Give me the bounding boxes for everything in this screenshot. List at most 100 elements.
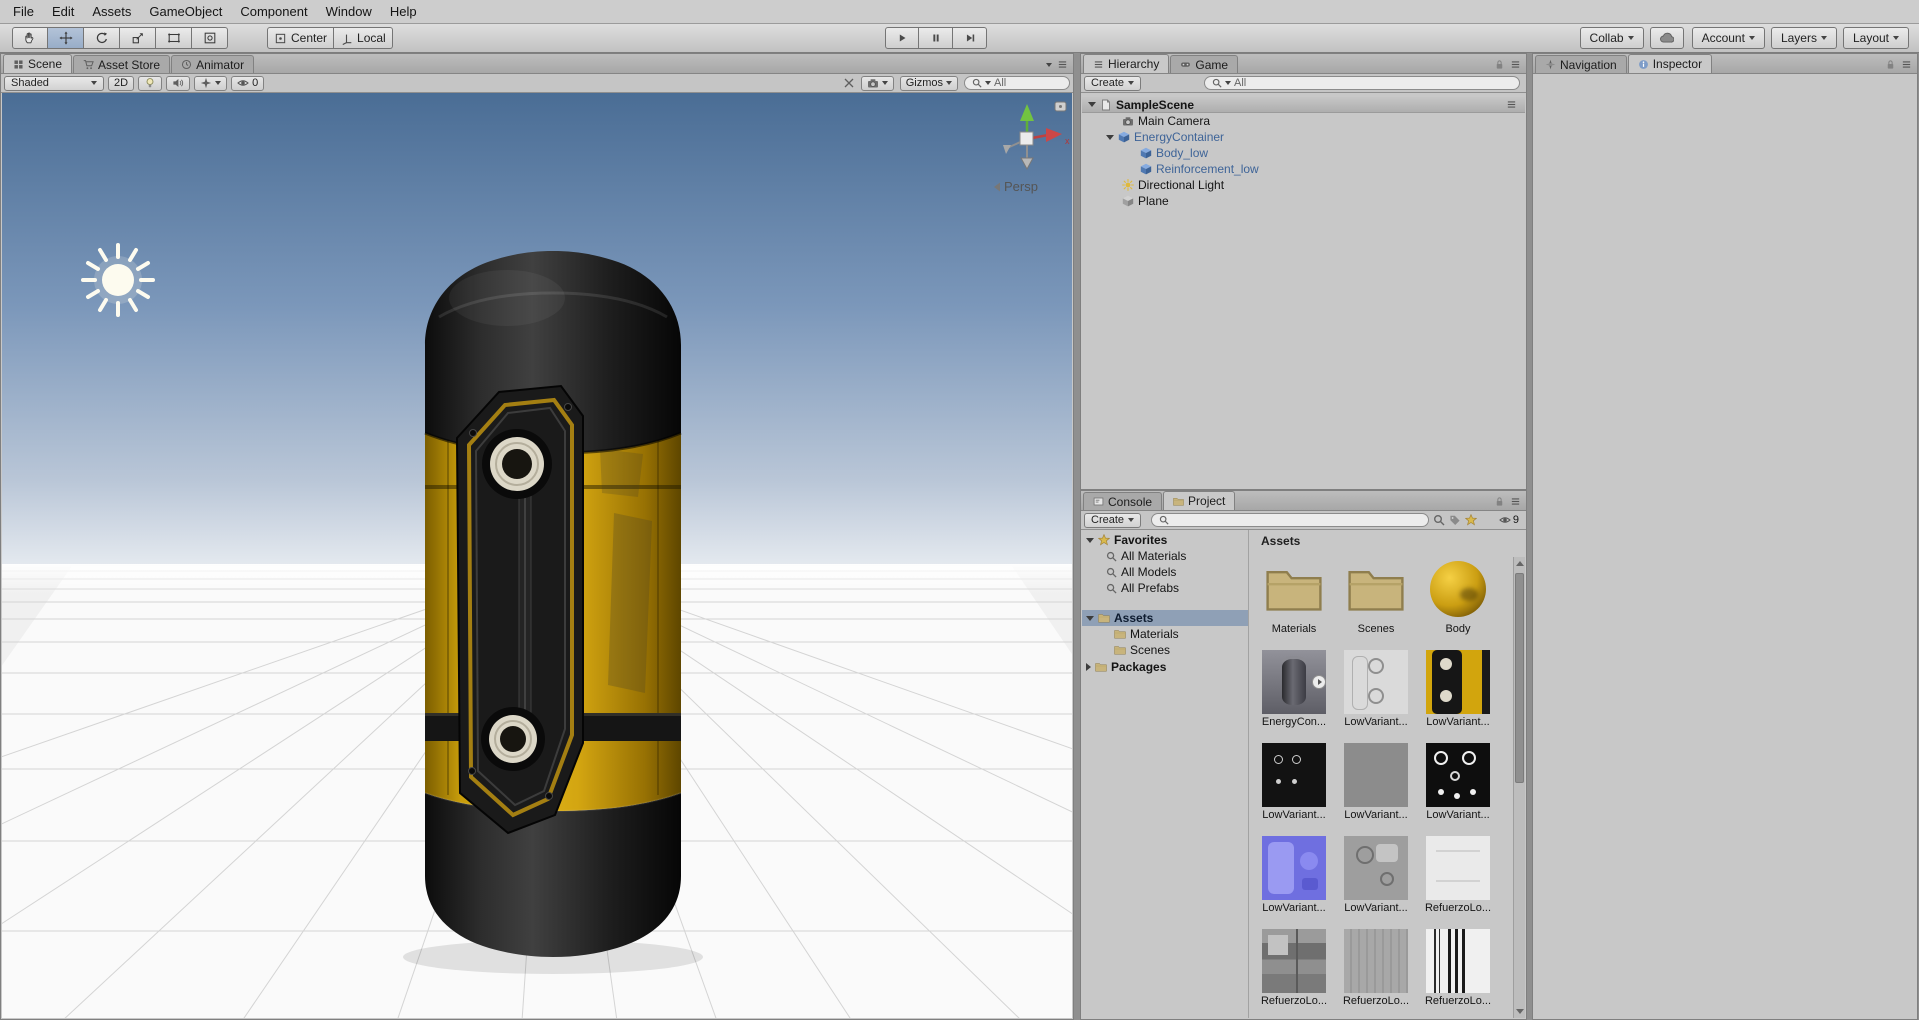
hierarchy-item-body-low[interactable]: Body_low (1082, 145, 1525, 161)
account-button[interactable]: Account (1691, 27, 1765, 49)
transform-tool-button[interactable] (192, 27, 228, 49)
expander-icon[interactable] (1088, 102, 1096, 107)
lock-icon[interactable] (1885, 59, 1896, 70)
scroll-down-icon[interactable] (1516, 1009, 1524, 1014)
prefab-expand-icon[interactable] (1312, 675, 1326, 689)
project-create-dropdown[interactable]: Create (1084, 512, 1142, 528)
tab-console[interactable]: Console (1083, 492, 1163, 510)
project-search-input[interactable] (1151, 513, 1430, 527)
tab-asset-store[interactable]: Asset Store (73, 55, 171, 73)
scene-lighting-toggle[interactable] (138, 75, 163, 91)
sidebar-packages-root[interactable]: Packages (1082, 659, 1248, 675)
tab-navigation[interactable]: Navigation (1535, 55, 1627, 73)
shading-mode-dropdown[interactable]: Shaded (4, 75, 104, 91)
expander-icon[interactable] (1086, 615, 1094, 621)
lock-icon[interactable] (1494, 59, 1505, 70)
asset-item[interactable]: LowVariant... (1253, 743, 1335, 836)
scene-effects-dropdown[interactable] (194, 75, 228, 91)
menu-edit[interactable]: Edit (43, 0, 83, 23)
asset-item[interactable]: RefuerzoLo... (1253, 929, 1335, 1020)
asset-item[interactable]: EnergyCon... (1253, 650, 1335, 743)
pivot-rotation-button[interactable]: Local (334, 27, 393, 49)
layers-button[interactable]: Layers (1770, 27, 1837, 49)
expander-icon[interactable] (1086, 663, 1091, 671)
pane-menu-icon[interactable] (1057, 59, 1068, 70)
project-scrollbar[interactable] (1513, 557, 1525, 1018)
sidebar-scenes-folder[interactable]: Scenes (1082, 642, 1248, 658)
lock-icon[interactable] (1494, 496, 1505, 507)
tab-project[interactable]: Project (1163, 491, 1236, 510)
pause-button[interactable] (919, 27, 953, 49)
menu-component[interactable]: Component (231, 0, 316, 23)
cloud-button[interactable] (1649, 27, 1684, 49)
asset-item[interactable]: LowVariant... (1417, 650, 1499, 743)
play-button[interactable] (885, 27, 919, 49)
editor-tools-icon[interactable] (843, 77, 855, 89)
pivot-mode-button[interactable]: Center (267, 27, 335, 49)
gizmos-dropdown[interactable]: Gizmos (899, 75, 958, 91)
rotate-tool-button[interactable] (84, 27, 120, 49)
hierarchy-item-reinforcement-low[interactable]: Reinforcement_low (1082, 161, 1525, 177)
hierarchy-item-samplescene[interactable]: SampleScene (1082, 97, 1525, 113)
asset-item[interactable]: Scenes (1335, 557, 1417, 650)
scrollbar-thumb[interactable] (1515, 573, 1524, 783)
search-by-type-icon[interactable] (1433, 514, 1445, 526)
asset-item[interactable]: LowVariant... (1335, 836, 1417, 929)
hierarchy-item-plane[interactable]: Plane (1082, 193, 1525, 209)
menu-assets[interactable]: Assets (83, 0, 140, 23)
sidebar-all-models[interactable]: All Models (1082, 564, 1248, 580)
hidden-packages-toggle[interactable]: 9 (1499, 514, 1519, 526)
persp-label[interactable]: Persp (1004, 179, 1038, 194)
search-by-label-icon[interactable] (1449, 514, 1461, 526)
asset-item[interactable]: Materials (1253, 557, 1335, 650)
hierarchy-item-main-camera[interactable]: Main Camera (1082, 113, 1525, 129)
sidebar-assets-root[interactable]: Assets (1082, 610, 1248, 626)
2d-toggle-button[interactable]: 2D (108, 75, 135, 91)
energy-container-object[interactable] (424, 251, 682, 957)
menu-gameobject[interactable]: GameObject (140, 0, 231, 23)
menu-window[interactable]: Window (317, 0, 381, 23)
sidebar-favorites[interactable]: Favorites (1082, 532, 1248, 548)
tab-scene[interactable]: Scene (3, 54, 73, 73)
asset-item[interactable]: RefuerzoLo... (1335, 929, 1417, 1020)
scene-camera-dropdown[interactable] (860, 75, 894, 91)
hierarchy-search-input[interactable]: All (1204, 76, 1520, 90)
sidebar-materials-folder[interactable]: Materials (1082, 626, 1248, 642)
step-button[interactable] (953, 27, 987, 49)
scene-search-input[interactable]: All (964, 76, 1070, 90)
menu-help[interactable]: Help (381, 0, 426, 23)
asset-item[interactable]: LowVariant... (1335, 743, 1417, 836)
scale-tool-button[interactable] (120, 27, 156, 49)
tab-game[interactable]: Game (1170, 55, 1239, 73)
hierarchy-item-energycontainer[interactable]: EnergyContainer (1082, 129, 1525, 145)
sidebar-all-prefabs[interactable]: All Prefabs (1082, 580, 1248, 596)
layout-button[interactable]: Layout (1842, 27, 1909, 49)
viewport-settings-icon[interactable] (1054, 101, 1067, 112)
asset-item[interactable]: RefuerzoLo... (1417, 929, 1499, 1020)
pane-menu-icon[interactable] (1510, 496, 1521, 507)
asset-item[interactable]: LowVariant... (1335, 650, 1417, 743)
tab-hierarchy[interactable]: Hierarchy (1083, 54, 1170, 73)
asset-item[interactable]: Body (1417, 557, 1499, 650)
collab-button[interactable]: Collab (1579, 27, 1644, 49)
favorite-search-icon[interactable] (1465, 514, 1477, 526)
sidebar-all-materials[interactable]: All Materials (1082, 548, 1248, 564)
hand-tool-button[interactable] (12, 27, 48, 49)
expander-icon[interactable] (1106, 134, 1114, 140)
scene-viewport-canvas[interactable]: x Persp (2, 93, 1072, 1018)
scene-visibility-toggle[interactable]: 0 (231, 75, 265, 91)
pane-menu-icon[interactable] (1510, 59, 1521, 70)
hierarchy-item-directional-light[interactable]: Directional Light (1082, 177, 1525, 193)
scene-options-icon[interactable] (1506, 99, 1517, 110)
scene-viewport[interactable]: x Persp (2, 93, 1072, 1018)
hierarchy-create-dropdown[interactable]: Create (1084, 75, 1142, 91)
menu-file[interactable]: File (4, 0, 43, 23)
pane-dropdown-icon[interactable] (1046, 62, 1052, 67)
tab-animator[interactable]: Animator (171, 55, 255, 73)
scene-audio-toggle[interactable] (166, 75, 191, 91)
expander-icon[interactable] (1086, 537, 1094, 543)
scroll-up-icon[interactable] (1516, 561, 1524, 566)
asset-item[interactable]: RefuerzoLo... (1417, 836, 1499, 929)
asset-item[interactable]: LowVariant... (1417, 743, 1499, 836)
rect-tool-button[interactable] (156, 27, 192, 49)
